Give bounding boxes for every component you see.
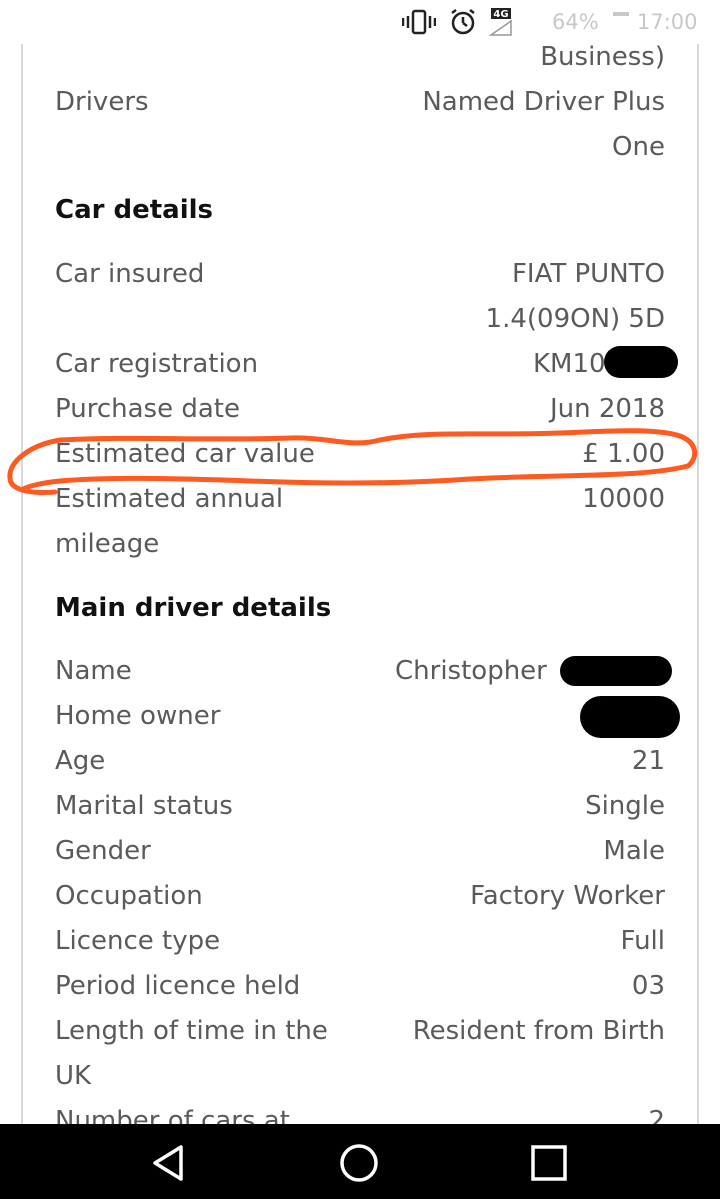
uk-residency-value: Resident from Birth <box>412 1016 665 1046</box>
car-registration-value: KM10 <box>533 349 606 379</box>
annual-mileage-label-line1: Estimated annual <box>55 484 284 514</box>
drivers-label: Drivers <box>55 87 149 117</box>
recents-icon[interactable] <box>524 1138 574 1188</box>
marital-status-label: Marital status <box>55 791 233 821</box>
licence-type-value: Full <box>620 926 665 956</box>
name-label: Name <box>55 656 132 686</box>
marital-status-value: Single <box>585 791 665 821</box>
back-icon[interactable] <box>144 1138 194 1188</box>
home-owner-redaction <box>580 696 680 738</box>
licence-period-value: 03 <box>631 971 665 1001</box>
car-insured-label: Car insured <box>55 259 205 289</box>
uk-residency-label-line1: Length of time in the <box>55 1016 328 1046</box>
name-value: Christopher <box>395 656 547 686</box>
age-label: Age <box>55 746 106 776</box>
gender-value: Male <box>603 836 665 866</box>
purchase-date-value: Jun 2018 <box>549 394 665 424</box>
estimated-car-value-label: Estimated car value <box>55 439 315 469</box>
uk-residency-label-line2: UK <box>55 1061 92 1091</box>
registration-redaction <box>604 346 678 378</box>
purchase-date-label: Purchase date <box>55 394 240 424</box>
gender-label: Gender <box>55 836 151 866</box>
annual-mileage-value: 10000 <box>582 484 665 514</box>
policy-summary: Business) Drivers Named Driver Plus One … <box>0 0 720 1124</box>
age-value: 21 <box>631 746 665 776</box>
estimated-car-value-value: £ 1.00 <box>582 439 665 469</box>
annual-mileage-label-line2: mileage <box>55 529 160 559</box>
drivers-value-line2: One <box>612 132 665 162</box>
occupation-value: Factory Worker <box>470 881 665 911</box>
home-icon[interactable] <box>334 1138 384 1188</box>
occupation-label: Occupation <box>55 881 203 911</box>
car-registration-label: Car registration <box>55 349 259 379</box>
home-owner-label: Home owner <box>55 701 221 731</box>
main-driver-heading: Main driver details <box>55 593 332 623</box>
licence-type-label: Licence type <box>55 926 221 956</box>
cars-at-address-label: Number of cars at <box>55 1106 290 1124</box>
surname-redaction <box>560 656 672 686</box>
cover-type-tail: Business) <box>540 42 665 72</box>
cars-at-address-value: 2 <box>648 1106 665 1124</box>
drivers-value-line1: Named Driver Plus <box>422 87 665 117</box>
navigation-bar <box>0 1124 720 1199</box>
car-insured-value-line2: 1.4(09ON) 5D <box>485 304 665 334</box>
car-details-heading: Car details <box>55 195 214 225</box>
car-insured-value-line1: FIAT PUNTO <box>511 259 665 289</box>
licence-period-label: Period licence held <box>55 971 301 1001</box>
